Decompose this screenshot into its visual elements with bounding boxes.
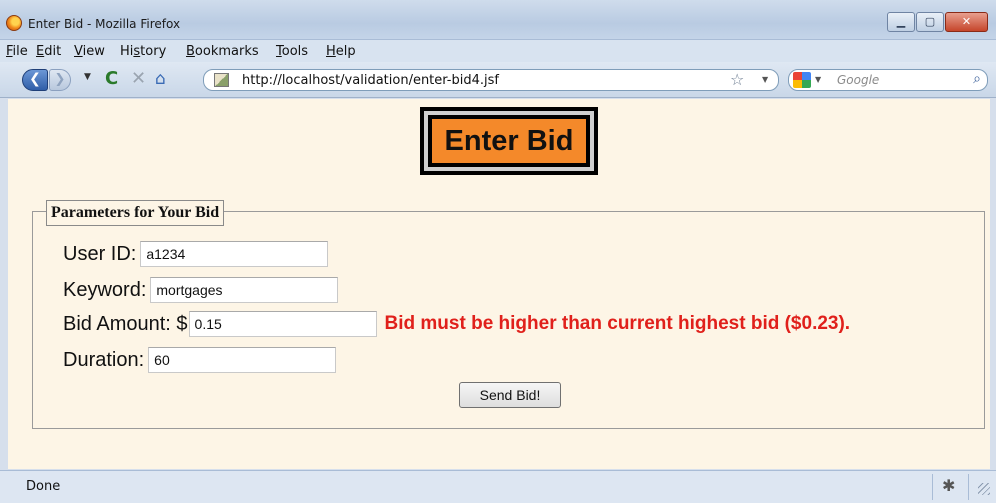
bid-amount-input[interactable]: 0.15 [188, 311, 377, 337]
page-heading: Enter Bid [420, 107, 598, 175]
resize-grip-icon[interactable] [978, 483, 990, 495]
bid-amount-label: Bid Amount: $ [63, 312, 188, 335]
bookmark-star-icon[interactable]: ☆ [730, 70, 744, 89]
keyword-label: Keyword: [63, 278, 147, 301]
stop-button[interactable]: ✕ [131, 68, 146, 89]
page-content: Enter Bid Parameters for Your Bid User I… [8, 99, 990, 469]
addon-icon[interactable]: ✱ [942, 476, 955, 495]
search-bar[interactable]: ▼ Google ⌕ [788, 69, 988, 91]
minimize-button[interactable]: ▁ [887, 12, 915, 32]
user-id-input[interactable]: a1234 [140, 241, 329, 267]
site-favicon-icon [214, 73, 229, 87]
menu-bookmarks[interactable]: Bookmarks [186, 44, 259, 59]
user-id-label: User ID: [63, 242, 137, 265]
reload-button[interactable]: C [105, 68, 118, 89]
send-bid-button[interactable]: Send Bid! [459, 382, 561, 408]
menu-file[interactable]: File [6, 44, 28, 59]
status-divider [932, 474, 933, 500]
heading-frame: Enter Bid [424, 111, 594, 171]
address-bar[interactable]: http://localhost/validation/enter-bid4.j… [203, 69, 779, 91]
menu-edit[interactable]: Edit [36, 44, 61, 59]
fieldset-legend: Parameters for Your Bid [46, 200, 225, 226]
keyword-input[interactable]: mortgages [150, 277, 339, 303]
status-divider [968, 474, 969, 500]
duration-input[interactable]: 60 [148, 347, 337, 373]
menu-tools[interactable]: Tools [276, 44, 308, 59]
menu-view[interactable]: View [74, 44, 105, 59]
history-dropdown-icon[interactable]: ▼ [84, 72, 91, 82]
url-text[interactable]: http://localhost/validation/enter-bid4.j… [242, 73, 499, 88]
firefox-logo-icon [6, 15, 22, 31]
status-bar: Done ✱ [0, 470, 996, 503]
search-input[interactable]: Google [837, 73, 879, 87]
menu-bar: File Edit View History Bookmarks Tools H… [0, 40, 996, 62]
search-engine-icon[interactable] [793, 72, 811, 88]
navigation-toolbar: ❮ ❯ ▼ C ✕ ⌂ http://localhost/validation/… [0, 62, 996, 98]
url-dropdown-icon[interactable]: ▼ [762, 75, 768, 84]
maximize-button[interactable]: ▢ [916, 12, 944, 32]
status-text: Done [26, 479, 61, 494]
bid-amount-row: Bid Amount: $ 0.15 Bid must be higher th… [63, 311, 850, 337]
window-controls: ▁ ▢ ✕ [886, 12, 988, 32]
heading-title: Enter Bid [430, 117, 588, 165]
search-engine-dropdown-icon[interactable]: ▼ [815, 75, 821, 84]
title-bar: Enter Bid - Mozilla Firefox ▁ ▢ ✕ [0, 0, 996, 40]
bid-error-message: Bid must be higher than current highest … [384, 313, 851, 334]
menu-help[interactable]: Help [326, 44, 356, 59]
forward-button[interactable]: ❯ [49, 69, 71, 91]
close-button[interactable]: ✕ [945, 12, 988, 32]
duration-row: Duration: 60 [63, 347, 337, 373]
menu-history[interactable]: History [120, 44, 166, 59]
user-id-row: User ID: a1234 [63, 241, 329, 267]
keyword-row: Keyword: mortgages [63, 277, 339, 303]
home-button[interactable]: ⌂ [155, 69, 166, 89]
search-icon[interactable]: ⌕ [973, 71, 981, 87]
window-title: Enter Bid - Mozilla Firefox [28, 17, 181, 31]
back-button[interactable]: ❮ [22, 69, 48, 91]
duration-label: Duration: [63, 348, 145, 371]
